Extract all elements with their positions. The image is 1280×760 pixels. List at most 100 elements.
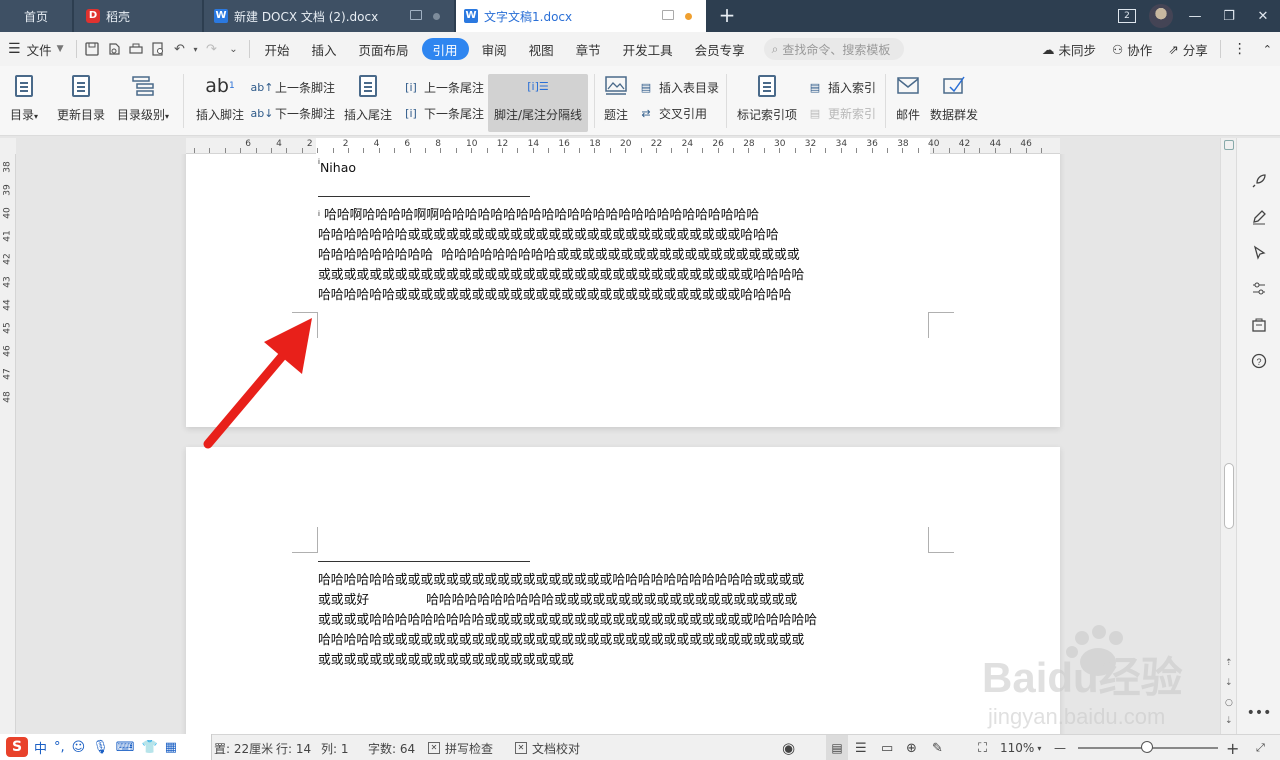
web-view-icon[interactable]: ⊕ (906, 735, 917, 760)
update-toc-button[interactable]: 更新目录 (57, 72, 105, 123)
cursor-icon[interactable] (1248, 242, 1270, 264)
tab-view[interactable]: 视图 (518, 32, 565, 66)
minimize-button[interactable]: — (1178, 0, 1212, 32)
page-2[interactable]: 哈哈哈哈哈哈或或或或或或或或或或或或或或或或或哈哈哈哈哈哈哈哈哈哈哈或或或或 或或… (186, 447, 1060, 734)
sogou-logo-icon[interactable]: S (6, 737, 28, 757)
data-mail-button[interactable]: 数据群发 (930, 72, 978, 123)
microphone-icon[interactable]: 🎙 (92, 740, 109, 755)
tab-page-layout[interactable]: 页面布局 (348, 32, 420, 66)
skin-icon[interactable]: 👕 (142, 740, 158, 755)
more-options-icon[interactable]: ⋮ (1225, 32, 1255, 66)
next-endnote-button[interactable]: [i] 下一条尾注 (402, 102, 484, 124)
monitor-icon[interactable] (410, 10, 422, 20)
tab-home[interactable]: 首页 (0, 0, 72, 32)
spell-check-button[interactable]: ✕ 拼写检查 (428, 735, 493, 760)
scroll-up-icon[interactable] (1224, 140, 1234, 150)
page-2-body[interactable]: 哈哈哈哈哈哈或或或或或或或或或或或或或或或或或哈哈哈哈哈哈哈哈哈哈哈或或或或 或或… (318, 571, 930, 671)
close-button[interactable]: ✕ (1246, 0, 1280, 32)
zoom-out-button[interactable]: — (1054, 735, 1066, 760)
scroll-down-icon[interactable]: ⇣ (1225, 716, 1233, 726)
page-view-icon[interactable]: ▤ (826, 735, 848, 760)
zoom-in-button[interactable]: + (1226, 735, 1239, 760)
toolbox-icon[interactable]: ▦ (165, 740, 177, 755)
vertical-ruler[interactable]: 38 39 40 41 42 43 44 45 46 47 48 (0, 154, 16, 734)
collapse-ribbon-icon[interactable]: ⌃ (1255, 32, 1280, 66)
fullscreen-icon[interactable]: ⤢ (1256, 735, 1265, 760)
write-mode-icon[interactable]: ✎ (932, 735, 943, 760)
undo-dropdown-icon[interactable]: ▾ (191, 38, 201, 60)
emoji-icon[interactable]: ☺ (72, 740, 86, 755)
window-count-button[interactable]: 2 (1110, 0, 1144, 32)
tab-daoke[interactable]: D 稻壳 (74, 0, 202, 32)
new-tab-button[interactable]: + (716, 4, 738, 26)
more-chevron-icon[interactable]: ⌄ (223, 38, 245, 60)
save-icon[interactable] (81, 38, 103, 60)
toc-button[interactable]: 目录▾ (10, 72, 38, 123)
scrollbar-thumb[interactable] (1224, 463, 1234, 529)
help-icon[interactable]: ? (1248, 350, 1270, 372)
insert-toc-table-button[interactable]: ▤ 插入表目录 (637, 76, 719, 98)
word-count-status[interactable]: 字数: 64 (368, 735, 415, 760)
command-search[interactable]: ⌕ 查找命令、搜索模板 (763, 38, 904, 60)
ruler-corner[interactable] (0, 138, 16, 154)
outline-view-icon[interactable]: ☰ (855, 735, 867, 760)
eye-protection-icon[interactable]: ◉ (782, 735, 795, 760)
avatar-button[interactable] (1144, 0, 1178, 32)
mark-index-button[interactable]: 标记索引项 (737, 72, 797, 123)
scroll-select-icon[interactable]: ○ (1225, 698, 1233, 708)
keyboard-icon[interactable]: ⌨ (116, 740, 135, 755)
vertical-scrollbar[interactable]: ⇡ ⇣ ○ ⇣ (1220, 138, 1236, 734)
rocket-icon[interactable] (1248, 170, 1270, 192)
sliders-icon[interactable] (1248, 278, 1270, 300)
file-menu[interactable]: ☰ 文件 ▼ (0, 32, 72, 66)
horizontal-ruler[interactable]: 6 4 2 2 4 6 8 10 12 14 16 18 20 22 24 26 28 30 32 34 36 38 40 4… (186, 138, 1060, 154)
zoom-slider-handle[interactable] (1141, 741, 1153, 753)
caption-button[interactable]: 题注 (602, 72, 630, 123)
restore-button[interactable]: ❐ (1212, 0, 1246, 32)
insert-index-button[interactable]: ▤ 插入索引 (806, 76, 876, 98)
tab-document-1[interactable]: W 新建 DOCX 文档 (2).docx (204, 0, 454, 32)
sync-button[interactable]: ☁ 未同步 (1034, 32, 1104, 66)
ime-language[interactable]: 中 (34, 738, 47, 757)
monitor-icon[interactable] (662, 10, 674, 20)
share-button[interactable]: ⇗ 分享 (1160, 32, 1216, 66)
doc-proof-button[interactable]: ✕ 文档校对 (515, 735, 580, 760)
reading-view-icon[interactable]: ▭ (881, 735, 893, 760)
tab-member[interactable]: 会员专享 (684, 32, 756, 66)
scroll-prev-page-icon[interactable]: ⇡ (1225, 658, 1233, 668)
ime-punctuation[interactable]: °, (54, 740, 65, 755)
pen-icon[interactable] (1248, 206, 1270, 228)
undo-icon[interactable]: ↶ (169, 38, 191, 60)
tab-review[interactable]: 审阅 (471, 32, 518, 66)
fit-page-icon[interactable]: ⛶ (978, 735, 987, 760)
tab-developer[interactable]: 开发工具 (612, 32, 684, 66)
update-index-button[interactable]: ▤ 更新索引 (806, 102, 876, 124)
mail-button[interactable]: 邮件 (894, 72, 922, 123)
briefcase-icon[interactable] (1248, 314, 1270, 336)
redo-icon[interactable]: ↷ (201, 38, 223, 60)
page-1-body[interactable]: i 哈哈啊哈哈哈哈啊啊哈哈哈哈哈哈哈哈哈哈哈哈哈哈哈哈哈哈哈哈哈哈哈哈哈 哈哈哈哈… (318, 206, 930, 306)
prev-footnote-button[interactable]: ab↑ 上一条脚注 (251, 76, 335, 98)
footnote-text[interactable]: iNihao (318, 158, 356, 175)
tab-document-2[interactable]: W 文字文稿1.docx (456, 0, 706, 32)
tab-section[interactable]: 章节 (565, 32, 612, 66)
print-preview-icon[interactable] (147, 38, 169, 60)
insert-endnote-button[interactable]: 插入尾注 (344, 72, 392, 123)
unsaved-dot[interactable] (685, 13, 692, 20)
toc-level-button[interactable]: 目录级别▾ (117, 72, 169, 123)
more-horizontal-icon[interactable]: ••• (1247, 702, 1272, 724)
scroll-next-page-icon[interactable]: ⇣ (1225, 678, 1233, 688)
cross-ref-button[interactable]: ⇄ 交叉引用 (637, 102, 707, 124)
tab-insert[interactable]: 插入 (301, 32, 348, 66)
collab-button[interactable]: ⚇ 协作 (1104, 32, 1160, 66)
export-icon[interactable] (103, 38, 125, 60)
prev-endnote-button[interactable]: [i] 上一条尾注 (402, 76, 484, 98)
print-icon[interactable] (125, 38, 147, 60)
ruler-tick (440, 148, 441, 153)
tab-references[interactable]: 引用 (421, 38, 469, 60)
tab-start[interactable]: 开始 (254, 32, 301, 66)
tab-status-dot[interactable] (433, 13, 440, 20)
next-footnote-button[interactable]: ab↓ 下一条脚注 (251, 102, 335, 124)
zoom-level[interactable]: 110% ▾ (1000, 735, 1041, 760)
insert-footnote-button[interactable]: ab 1 插入脚注 (196, 72, 244, 123)
